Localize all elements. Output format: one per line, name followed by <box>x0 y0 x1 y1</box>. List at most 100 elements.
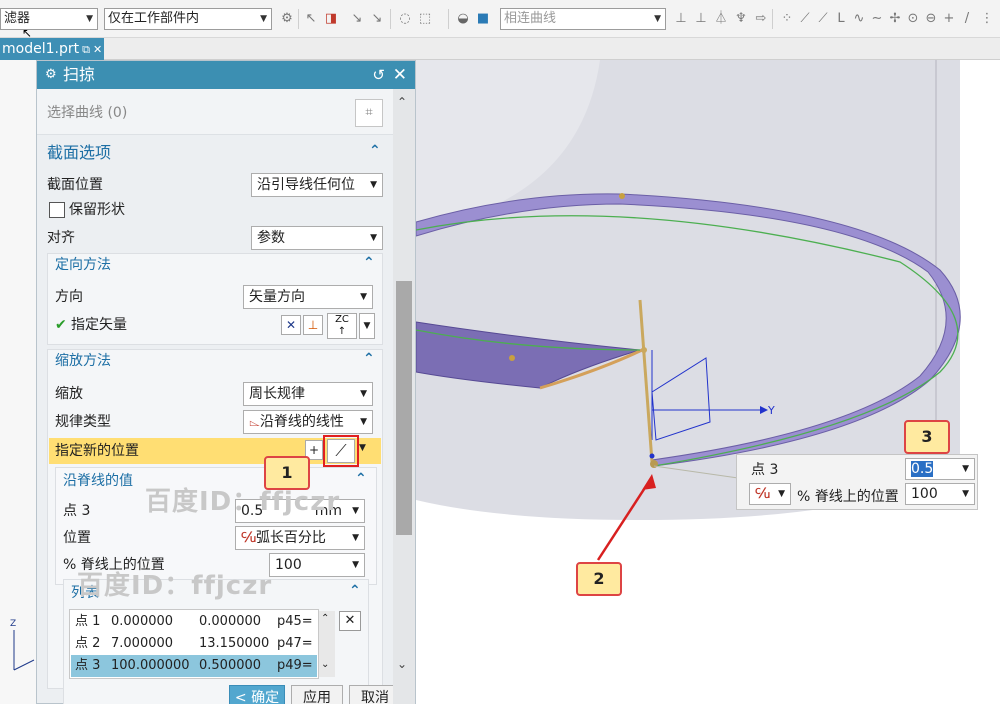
reset-icon[interactable]: ↺ <box>372 61 385 89</box>
box-select-icon[interactable]: ⬚ <box>416 10 434 28</box>
csys-triad-icon: Z <box>10 619 35 671</box>
more-icon[interactable]: ⋮ <box>978 10 996 28</box>
collapse-caret-icon[interactable]: ⌃ <box>355 471 367 487</box>
location-value: 弧长百分比 <box>255 530 326 546</box>
row-value-b: 13.150000 <box>199 636 270 651</box>
slash-icon[interactable]: / <box>958 10 976 28</box>
file-tab-label: model1.prt <box>2 41 80 57</box>
chevron-down-icon[interactable]: ▼ <box>359 313 375 339</box>
align-label: 对齐 <box>47 230 75 246</box>
cube-view-icon[interactable]: ■ <box>474 10 492 28</box>
line-end-icon[interactable]: ⟋ <box>814 10 832 28</box>
preserve-shape-checkbox[interactable] <box>49 202 65 218</box>
shaded-view-icon[interactable]: ◒ <box>454 10 472 28</box>
chevron-down-icon: ▼ <box>86 14 93 24</box>
intersection-icon[interactable]: ✢ <box>886 10 904 28</box>
close-icon[interactable]: ✕ <box>93 43 102 56</box>
table-row-selected[interactable]: 点 3 100.000000 0.500000 p49= <box>71 655 317 677</box>
spine-percent-input[interactable]: 100 ▼ <box>269 553 365 577</box>
gear-icon[interactable]: ⚙ <box>45 61 57 89</box>
snap-icon[interactable]: ⚙ <box>278 10 296 28</box>
table-row[interactable]: 点 1 0.000000 0.000000 p45= <box>71 611 317 633</box>
close-icon[interactable]: ✕ <box>393 61 407 89</box>
collapse-caret-icon[interactable]: ⌃ <box>363 255 375 271</box>
location-select[interactable]: ℆弧长百分比 ▼ <box>235 526 365 550</box>
callout-1: 1 <box>264 456 310 490</box>
direction-label: 方向 <box>55 289 83 305</box>
curve-icon[interactable]: ∿ <box>850 10 868 28</box>
feature-curve-icon[interactable]: ♆ <box>732 10 750 28</box>
vector-dialog-icon[interactable]: ✕ <box>281 315 301 335</box>
select-curve-label[interactable]: 选择曲线 (0) <box>47 101 127 125</box>
direction-select[interactable]: 矢量方向 ▼ <box>243 285 373 309</box>
row-value-a: 7.000000 <box>111 636 174 651</box>
align-select[interactable]: 参数 ▼ <box>251 226 383 250</box>
sweep-dialog: ⚙ 扫掠 ↺ ✕ 选择曲线 (0) ⌗ 截面选项 ⌃ 截面位置 沿引导线任何位 ▼… <box>36 60 416 704</box>
select-curve-icon[interactable]: ⌗ <box>355 99 383 127</box>
apply-button[interactable]: 应用 <box>291 685 343 704</box>
guide-point <box>509 355 515 361</box>
face-icon[interactable]: ⏃ <box>712 10 730 28</box>
cancel-button[interactable]: 取消 <box>349 685 393 704</box>
tangent-icon[interactable]: ⊥ <box>672 10 690 28</box>
curve-rule-select[interactable]: 相连曲线 ▼ <box>500 8 666 30</box>
dialog-scrollbar[interactable]: ⌃ ⌄ <box>393 89 415 704</box>
file-tab-strip: model1.prt ⧉ ✕ <box>0 38 1000 60</box>
vector-handle-point[interactable] <box>641 347 647 353</box>
collapse-caret-icon[interactable]: ⌃ <box>369 143 381 159</box>
selection-scope-select[interactable]: 仅在工作部件内 ▼ <box>104 8 272 30</box>
lasso-icon[interactable]: ◌ <box>396 10 414 28</box>
preserve-shape-label: 保留形状 <box>69 202 125 218</box>
widget-percent-label: % 脊线上的位置 <box>797 489 899 505</box>
scale-select[interactable]: 周长规律 ▼ <box>243 382 373 406</box>
row-name: 点 2 <box>75 636 101 651</box>
pick-icon[interactable]: ↘ <box>348 10 366 28</box>
widget-location-select[interactable]: ℆ ▼ <box>749 483 791 505</box>
section-position-select[interactable]: 沿引导线任何位 ▼ <box>251 173 383 197</box>
collapse-caret-icon[interactable]: ⌃ <box>349 583 361 599</box>
pick-all-icon[interactable]: ↘ <box>368 10 386 28</box>
widget-value-input[interactable]: 0.5 ▼ <box>905 458 975 480</box>
graphics-window[interactable]: Y <box>416 60 1000 704</box>
delete-row-icon[interactable]: ✕ <box>339 611 361 631</box>
row-expression: p49= <box>277 658 313 673</box>
quadrant-icon[interactable]: ⊖ <box>922 10 940 28</box>
scroll-down-icon[interactable]: ⌄ <box>321 659 329 670</box>
callout-highlight-box <box>323 435 359 467</box>
section-options-header[interactable]: 截面选项 <box>47 141 111 165</box>
scaling-header[interactable]: 缩放方法 <box>55 349 111 373</box>
law-type-value: 沿脊线的线性 <box>259 414 344 430</box>
table-row[interactable]: 点 2 7.000000 13.150000 p47= <box>71 633 317 655</box>
resource-bar: Z <box>0 60 36 704</box>
scrollbar-thumb[interactable] <box>396 281 412 535</box>
scroll-up-icon[interactable]: ⌃ <box>321 613 329 624</box>
chevron-down-icon: ▼ <box>352 506 359 516</box>
point-value-widget: 点 3 0.5 ▼ ℆ ▼ % 脊线上的位置 100 ▼ <box>736 454 978 510</box>
spine-values-header[interactable]: 沿脊线的值 <box>63 469 133 493</box>
collapse-caret-icon[interactable]: ⌃ <box>363 351 375 367</box>
scroll-up-icon[interactable]: ⌃ <box>397 95 407 109</box>
chevron-down-icon[interactable]: ▼ <box>359 443 366 453</box>
file-tab[interactable]: model1.prt ⧉ ✕ <box>0 38 104 60</box>
feature-select-icon[interactable]: ◨ <box>322 10 340 28</box>
align-value: 参数 <box>257 230 285 246</box>
multi-tangent-icon[interactable]: ⊥ <box>692 10 710 28</box>
zc-vector-icon[interactable]: ZC ↑ <box>327 313 357 339</box>
ok-button[interactable]: < 确定 > <box>229 685 285 704</box>
line-icon[interactable]: ⟋ <box>796 10 814 28</box>
circle-center-icon[interactable]: ⊙ <box>904 10 922 28</box>
snap-point-icon[interactable]: ⁘ <box>778 10 796 28</box>
type-filter-select[interactable]: 滤器 ▼ <box>0 8 98 30</box>
widget-percent-input[interactable]: 100 ▼ <box>905 483 975 505</box>
scroll-down-icon[interactable]: ⌄ <box>397 657 407 671</box>
reverse-direction-icon[interactable]: ⊥ <box>303 315 323 335</box>
select-icon[interactable]: ↖ <box>302 10 320 28</box>
wave-icon[interactable]: ∼ <box>868 10 886 28</box>
midpoint-icon[interactable]: ᒪ <box>832 10 850 28</box>
arrow-icon[interactable]: ⇨ <box>752 10 770 28</box>
callout-2: 2 <box>576 562 622 596</box>
orientation-header[interactable]: 定向方法 <box>55 253 111 277</box>
plus-icon[interactable]: + <box>940 10 958 28</box>
law-type-select[interactable]: ⌳沿脊线的线性 ▼ <box>243 410 373 434</box>
pin-icon[interactable]: ⧉ <box>82 43 90 56</box>
